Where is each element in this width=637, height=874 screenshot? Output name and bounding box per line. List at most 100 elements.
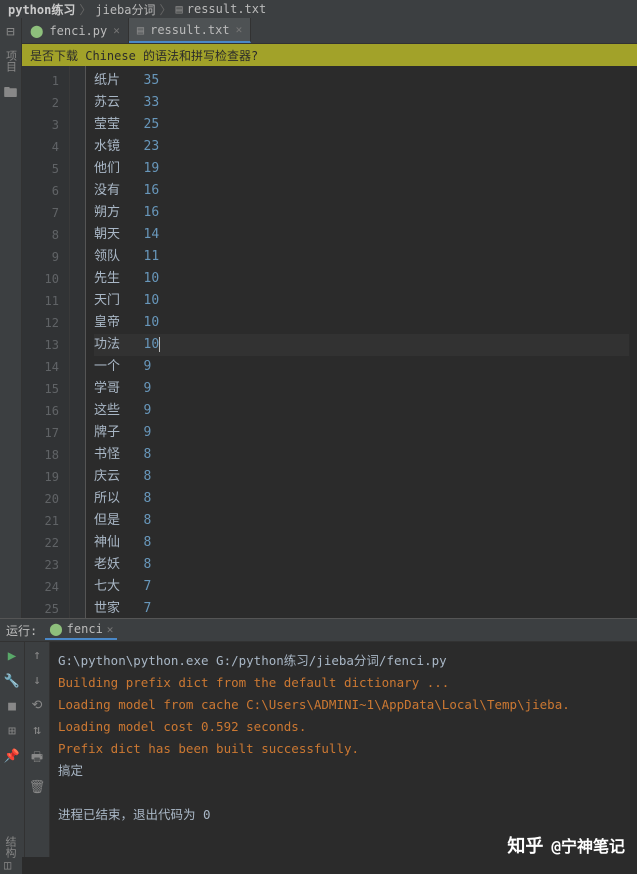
tab-ressult-txt[interactable]: ▤ ressult.txt ✕: [129, 18, 251, 43]
console-line: 搞定: [58, 760, 629, 782]
console-output[interactable]: G:\python\python.exe G:/python练习/jieba分词…: [50, 642, 637, 857]
console: ▶ 🔧 ■ ⊞ 📌 ↑ ↓ ⟲ ⇅ 🖶 🗑 G:\python\python.e…: [0, 642, 637, 857]
project-tool-label[interactable]: 项目: [3, 46, 19, 76]
code-line[interactable]: 没有 16: [94, 180, 629, 202]
run-label: 运行:: [6, 622, 37, 639]
wrap-icon[interactable]: ⟲: [32, 698, 43, 713]
print-icon[interactable]: 🖶: [31, 748, 43, 770]
code-line[interactable]: 一个 9: [94, 356, 629, 378]
code-line[interactable]: 老妖 8: [94, 554, 629, 576]
stop-icon[interactable]: ■: [8, 699, 16, 714]
editor-tabs: ⬤ fenci.py ✕ ▤ ressult.txt ✕: [22, 18, 637, 44]
code-line[interactable]: 但是 8: [94, 510, 629, 532]
breadcrumb-file[interactable]: ressult.txt: [187, 2, 266, 16]
trash-icon[interactable]: 🗑: [29, 780, 46, 795]
console-line: Loading model from cache C:\Users\ADMINI…: [58, 694, 629, 716]
line-number: 25: [26, 598, 59, 620]
code-line[interactable]: 朝天 14: [94, 224, 629, 246]
line-number: 16: [26, 400, 59, 422]
code-line[interactable]: 功法 10: [94, 334, 629, 356]
breadcrumb-sep: 〉: [160, 1, 172, 18]
code-line[interactable]: 牌子 9: [94, 422, 629, 444]
line-number: 10: [26, 268, 59, 290]
down-icon[interactable]: ↓: [33, 673, 41, 688]
notice-text: 是否下载 Chinese 的语法和拼写检查器?: [30, 47, 258, 64]
code-line[interactable]: 神仙 8: [94, 532, 629, 554]
breadcrumb-root[interactable]: python练习: [8, 1, 75, 18]
tab-label: fenci.py: [49, 24, 107, 38]
breadcrumb-sep: 〉: [79, 1, 91, 18]
breadcrumb: python练习 〉 jieba分词 〉 ▤ ressult.txt: [0, 0, 637, 18]
console-exit: 进程已结束，退出代码为 0: [58, 804, 629, 826]
wrench-icon[interactable]: 🔧: [4, 674, 20, 689]
code-line[interactable]: 朔方 16: [94, 202, 629, 224]
code-line[interactable]: 莹莹 25: [94, 114, 629, 136]
run-toolbar: 运行: ⬤ fenci ✕: [0, 618, 637, 642]
breadcrumb-folder[interactable]: jieba分词: [95, 1, 155, 18]
line-number: 23: [26, 554, 59, 576]
watermark-author: @宁神笔记: [551, 833, 625, 857]
editor: 1234567891011121314151617181920212223242…: [22, 66, 637, 618]
console-toolbar-left: ▶ 🔧 ■ ⊞ 📌: [0, 642, 25, 857]
code-line[interactable]: 天门 10: [94, 290, 629, 312]
code-line[interactable]: 水镜 23: [94, 136, 629, 158]
python-icon: ⬤: [30, 24, 43, 38]
run-tab-label: fenci: [67, 622, 103, 636]
collapse-icon[interactable]: ⊟: [6, 24, 14, 40]
code-line[interactable]: 七大 7: [94, 576, 629, 598]
line-number: 7: [26, 202, 59, 224]
code-line[interactable]: 皇帝 10: [94, 312, 629, 334]
run-tab[interactable]: ⬤ fenci ✕: [45, 620, 117, 640]
code-line[interactable]: 苏云 33: [94, 92, 629, 114]
line-gutter: 1234567891011121314151617181920212223242…: [22, 66, 70, 618]
folder-icon[interactable]: 🖿: [4, 82, 18, 106]
line-number: 14: [26, 356, 59, 378]
close-icon[interactable]: ✕: [236, 23, 243, 36]
code-line[interactable]: 领队 11: [94, 246, 629, 268]
text-file-icon: ▤: [176, 2, 183, 16]
code-line[interactable]: 他们 19: [94, 158, 629, 180]
pin-icon[interactable]: 📌: [4, 749, 20, 764]
close-icon[interactable]: ✕: [107, 623, 114, 636]
up-icon[interactable]: ↑: [33, 648, 41, 663]
code-line[interactable]: 庆云 8: [94, 466, 629, 488]
console-cmd: G:\python\python.exe G:/python练习/jieba分词…: [58, 650, 629, 672]
line-number: 2: [26, 92, 59, 114]
code-line[interactable]: 先生 10: [94, 268, 629, 290]
line-number: 8: [26, 224, 59, 246]
line-number: 6: [26, 180, 59, 202]
line-number: 24: [26, 576, 59, 598]
text-file-icon: ▤: [137, 23, 144, 37]
code-line[interactable]: 纸片 35: [94, 70, 629, 92]
code-line[interactable]: 书怪 8: [94, 444, 629, 466]
spellcheck-notice[interactable]: 是否下载 Chinese 的语法和拼写检查器?: [22, 44, 637, 66]
code-line[interactable]: 世家 7: [94, 598, 629, 620]
line-number: 1: [26, 70, 59, 92]
bottom-tool-rail: 结构 ◫: [0, 834, 22, 874]
code-line[interactable]: 学哥 9: [94, 378, 629, 400]
code-line[interactable]: 这些 9: [94, 400, 629, 422]
line-number: 11: [26, 290, 59, 312]
line-number: 20: [26, 488, 59, 510]
left-tool-rail: ⊟ 项目 🖿: [0, 18, 22, 618]
line-number: 15: [26, 378, 59, 400]
console-line: Building prefix dict from the default di…: [58, 672, 629, 694]
line-number: 12: [26, 312, 59, 334]
line-number: 22: [26, 532, 59, 554]
code-line[interactable]: 所以 8: [94, 488, 629, 510]
square-icon[interactable]: ◫: [4, 858, 11, 872]
code-content[interactable]: 纸片 35苏云 33莹莹 25水镜 23他们 19没有 16朔方 16朝天 14…: [86, 66, 637, 618]
python-icon: ⬤: [49, 622, 62, 636]
line-number: 9: [26, 246, 59, 268]
fold-gutter: [70, 66, 86, 618]
tab-fenci-py[interactable]: ⬤ fenci.py ✕: [22, 18, 129, 43]
scroll-icon[interactable]: ⇅: [33, 723, 41, 738]
console-line: [58, 782, 629, 804]
zhihu-logo: 知乎: [507, 832, 543, 858]
close-icon[interactable]: ✕: [113, 24, 120, 37]
layout-icon[interactable]: ⊞: [8, 724, 16, 739]
structure-label[interactable]: 结构: [0, 834, 20, 860]
rerun-icon[interactable]: ▶: [8, 648, 16, 664]
tab-label: ressult.txt: [150, 23, 229, 37]
watermark: 知乎 @宁神笔记: [507, 832, 625, 858]
